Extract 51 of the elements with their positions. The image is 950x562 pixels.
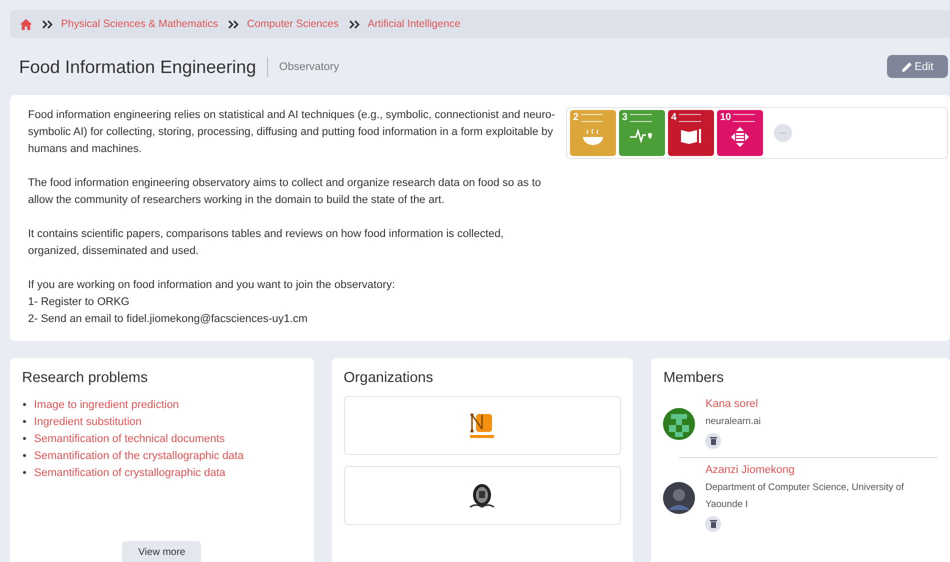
breadcrumb-link[interactable]: Computer Sciences bbox=[246, 18, 339, 30]
research-problem-link[interactable]: Semantification of technical documents bbox=[34, 432, 225, 444]
organization-logo-icon bbox=[468, 412, 496, 440]
card-title: Organizations bbox=[344, 370, 434, 386]
research-problem-link[interactable]: Ingredient substitution bbox=[34, 416, 142, 428]
organization-logo-icon bbox=[468, 482, 496, 510]
sdg-number: 4 bbox=[671, 113, 677, 123]
edit-button[interactable]: Edit bbox=[887, 55, 948, 78]
delete-button[interactable] bbox=[705, 516, 722, 532]
view-more-button[interactable]: View more bbox=[122, 541, 202, 562]
bullet-icon bbox=[23, 471, 26, 474]
chevron-icon bbox=[42, 20, 53, 28]
sdg-number: 3 bbox=[622, 113, 628, 123]
card-title: Research problems bbox=[22, 370, 149, 386]
organization-tile[interactable] bbox=[344, 466, 622, 525]
sdg-number: 2 bbox=[573, 113, 579, 123]
pencil-icon bbox=[902, 62, 912, 72]
delete-button[interactable] bbox=[705, 433, 722, 449]
member-name-link[interactable]: Kana sorel bbox=[705, 398, 758, 410]
page-subtitle: Observatory bbox=[279, 60, 340, 72]
card-title: Members bbox=[663, 370, 725, 386]
sdg-tile[interactable]: 2 bbox=[570, 110, 616, 156]
chevron-icon bbox=[228, 20, 239, 28]
bullet-icon bbox=[23, 437, 26, 440]
sdg-number: 10 bbox=[720, 113, 732, 123]
home-icon[interactable] bbox=[20, 18, 32, 30]
sdg-tile[interactable]: 4 bbox=[668, 110, 714, 156]
chevron-icon bbox=[348, 20, 360, 28]
breadcrumb-link[interactable]: Physical Sciences & Mathematics bbox=[61, 18, 218, 30]
breadcrumb-link[interactable]: Artificial Intelligence bbox=[368, 18, 460, 30]
bullet-icon bbox=[23, 403, 26, 406]
sdg-tile[interactable]: 3 bbox=[619, 110, 665, 156]
member-affiliation: neuralearn.ai bbox=[705, 415, 761, 429]
avatar-pattern-icon bbox=[663, 408, 696, 440]
bullet-icon bbox=[23, 454, 26, 457]
trash-icon bbox=[710, 520, 717, 528]
research-problem-link[interactable]: Semantification of crystallographic data bbox=[34, 466, 226, 478]
trash-icon bbox=[710, 437, 717, 445]
avatar-placeholder bbox=[663, 482, 696, 514]
description-paragraph: If you are working on food information and you want to join the observatory: 1- Register to ORKG 2- Send an email to fidel.jiomekong@facsciences-uy1.cm bbox=[28, 278, 396, 327]
description-paragraph: The food information engineering observatory aims to collect and organize research data on food so as to allow the community of researchers working in the domain to build the state of the art. bbox=[28, 176, 542, 208]
bullet-icon bbox=[23, 420, 26, 423]
research-problem-link[interactable]: Image to ingredient prediction bbox=[34, 398, 179, 410]
description-paragraph: It contains scientific papers, comparisons tables and reviews on how food information is collected, organized, disseminated and used. bbox=[28, 227, 505, 259]
member-name-link[interactable]: Azanzi Jiomekong bbox=[705, 464, 795, 476]
member-affiliation: Department of Computer Science, University of Yaounde I bbox=[705, 481, 905, 512]
research-problem-link[interactable]: Semantification of the crystallographic data bbox=[34, 450, 244, 462]
description-paragraph: Food information engineering relies on statistical and AI techniques (e.g., symbolic, connectionist and neuro-symbolic AI) for collecting, storing, processing, diffusing and putting food information in a form exploitable by humans and machines. bbox=[28, 108, 556, 157]
page-title: Food Information Engineering bbox=[19, 56, 268, 76]
sdg-tile[interactable]: 10 bbox=[717, 110, 763, 156]
organization-tile[interactable] bbox=[344, 396, 622, 455]
